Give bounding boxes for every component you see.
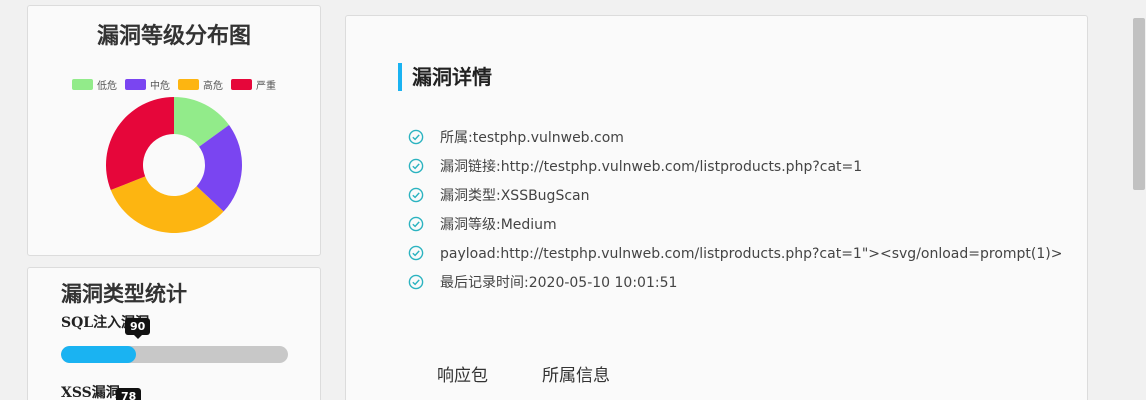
legend-swatch — [72, 79, 93, 90]
vuln-level-distribution-card: 漏洞等级分布图 低危 中危 高危 严重 — [27, 5, 321, 256]
progress-bar-sql — [61, 346, 288, 363]
check-circle-icon — [408, 245, 424, 261]
chart-legend: 低危 中危 高危 严重 — [28, 77, 320, 92]
bar-value-tooltip-sql: 90 — [125, 318, 151, 339]
tab-belongs-info[interactable]: 所属信息 — [542, 361, 610, 386]
bar-value-tooltip-xss: 78 — [116, 388, 142, 400]
tab-response-packet[interactable]: 响应包 — [437, 361, 488, 386]
legend-label: 严重 — [256, 81, 276, 92]
page-scrollbar-thumb[interactable] — [1133, 18, 1145, 190]
detail-item-type: 漏洞类型:XSSBugScan — [408, 187, 1068, 204]
detail-item-payload: payload:http://testphp.vulnweb.com/listp… — [408, 245, 1068, 262]
check-circle-icon — [408, 187, 424, 203]
distribution-title: 漏洞等级分布图 — [96, 24, 251, 49]
legend-label: 低危 — [97, 81, 117, 92]
detail-item-level: 漏洞等级:Medium — [408, 216, 1068, 233]
check-circle-icon — [408, 274, 424, 290]
legend-item[interactable]: 高危 — [178, 77, 223, 92]
vuln-detail-card: 漏洞详情 所属:testphp.vulnweb.com 漏洞链接:http://… — [345, 15, 1088, 400]
detail-item-text: 所属:testphp.vulnweb.com — [440, 130, 624, 146]
progress-fill-sql — [61, 346, 136, 363]
detail-item-text: 漏洞等级:Medium — [440, 217, 557, 233]
detail-info-list: 所属:testphp.vulnweb.com 漏洞链接:http://testp… — [408, 129, 1068, 291]
pie-slice-严重[interactable] — [105, 97, 174, 191]
legend-item[interactable]: 严重 — [231, 77, 276, 92]
detail-heading: 漏洞详情 — [398, 63, 492, 91]
check-circle-icon — [408, 158, 424, 174]
check-circle-icon — [408, 129, 424, 145]
check-circle-icon — [408, 216, 424, 232]
detail-item-last-seen: 最后记录时间:2020-05-10 10:01:51 — [408, 274, 1068, 291]
detail-item-text: 漏洞链接:http://testphp.vulnweb.com/listprod… — [440, 159, 863, 175]
legend-label: 高危 — [203, 81, 223, 92]
donut-chart — [105, 97, 242, 233]
legend-swatch — [231, 79, 252, 90]
detail-item-domain: 所属:testphp.vulnweb.com — [408, 129, 1068, 146]
detail-item-text: 漏洞类型:XSSBugScan — [440, 188, 590, 204]
detail-item-text: payload:http://testphp.vulnweb.com/listp… — [440, 246, 1063, 262]
bar-label-xss: XSS漏洞 — [61, 385, 120, 400]
legend-swatch — [178, 79, 199, 90]
type-stats-title: 漏洞类型统计 — [61, 282, 187, 306]
detail-item-text: 最后记录时间:2020-05-10 10:01:51 — [440, 275, 678, 291]
legend-label: 中危 — [150, 81, 170, 92]
detail-item-link: 漏洞链接:http://testphp.vulnweb.com/listprod… — [408, 158, 1068, 175]
vuln-type-stats-card: 漏洞类型统计 SQL注入漏洞 90 XSS漏洞 78 — [27, 267, 321, 400]
legend-item[interactable]: 低危 — [72, 77, 117, 92]
legend-item[interactable]: 中危 — [125, 77, 170, 92]
legend-swatch — [125, 79, 146, 90]
